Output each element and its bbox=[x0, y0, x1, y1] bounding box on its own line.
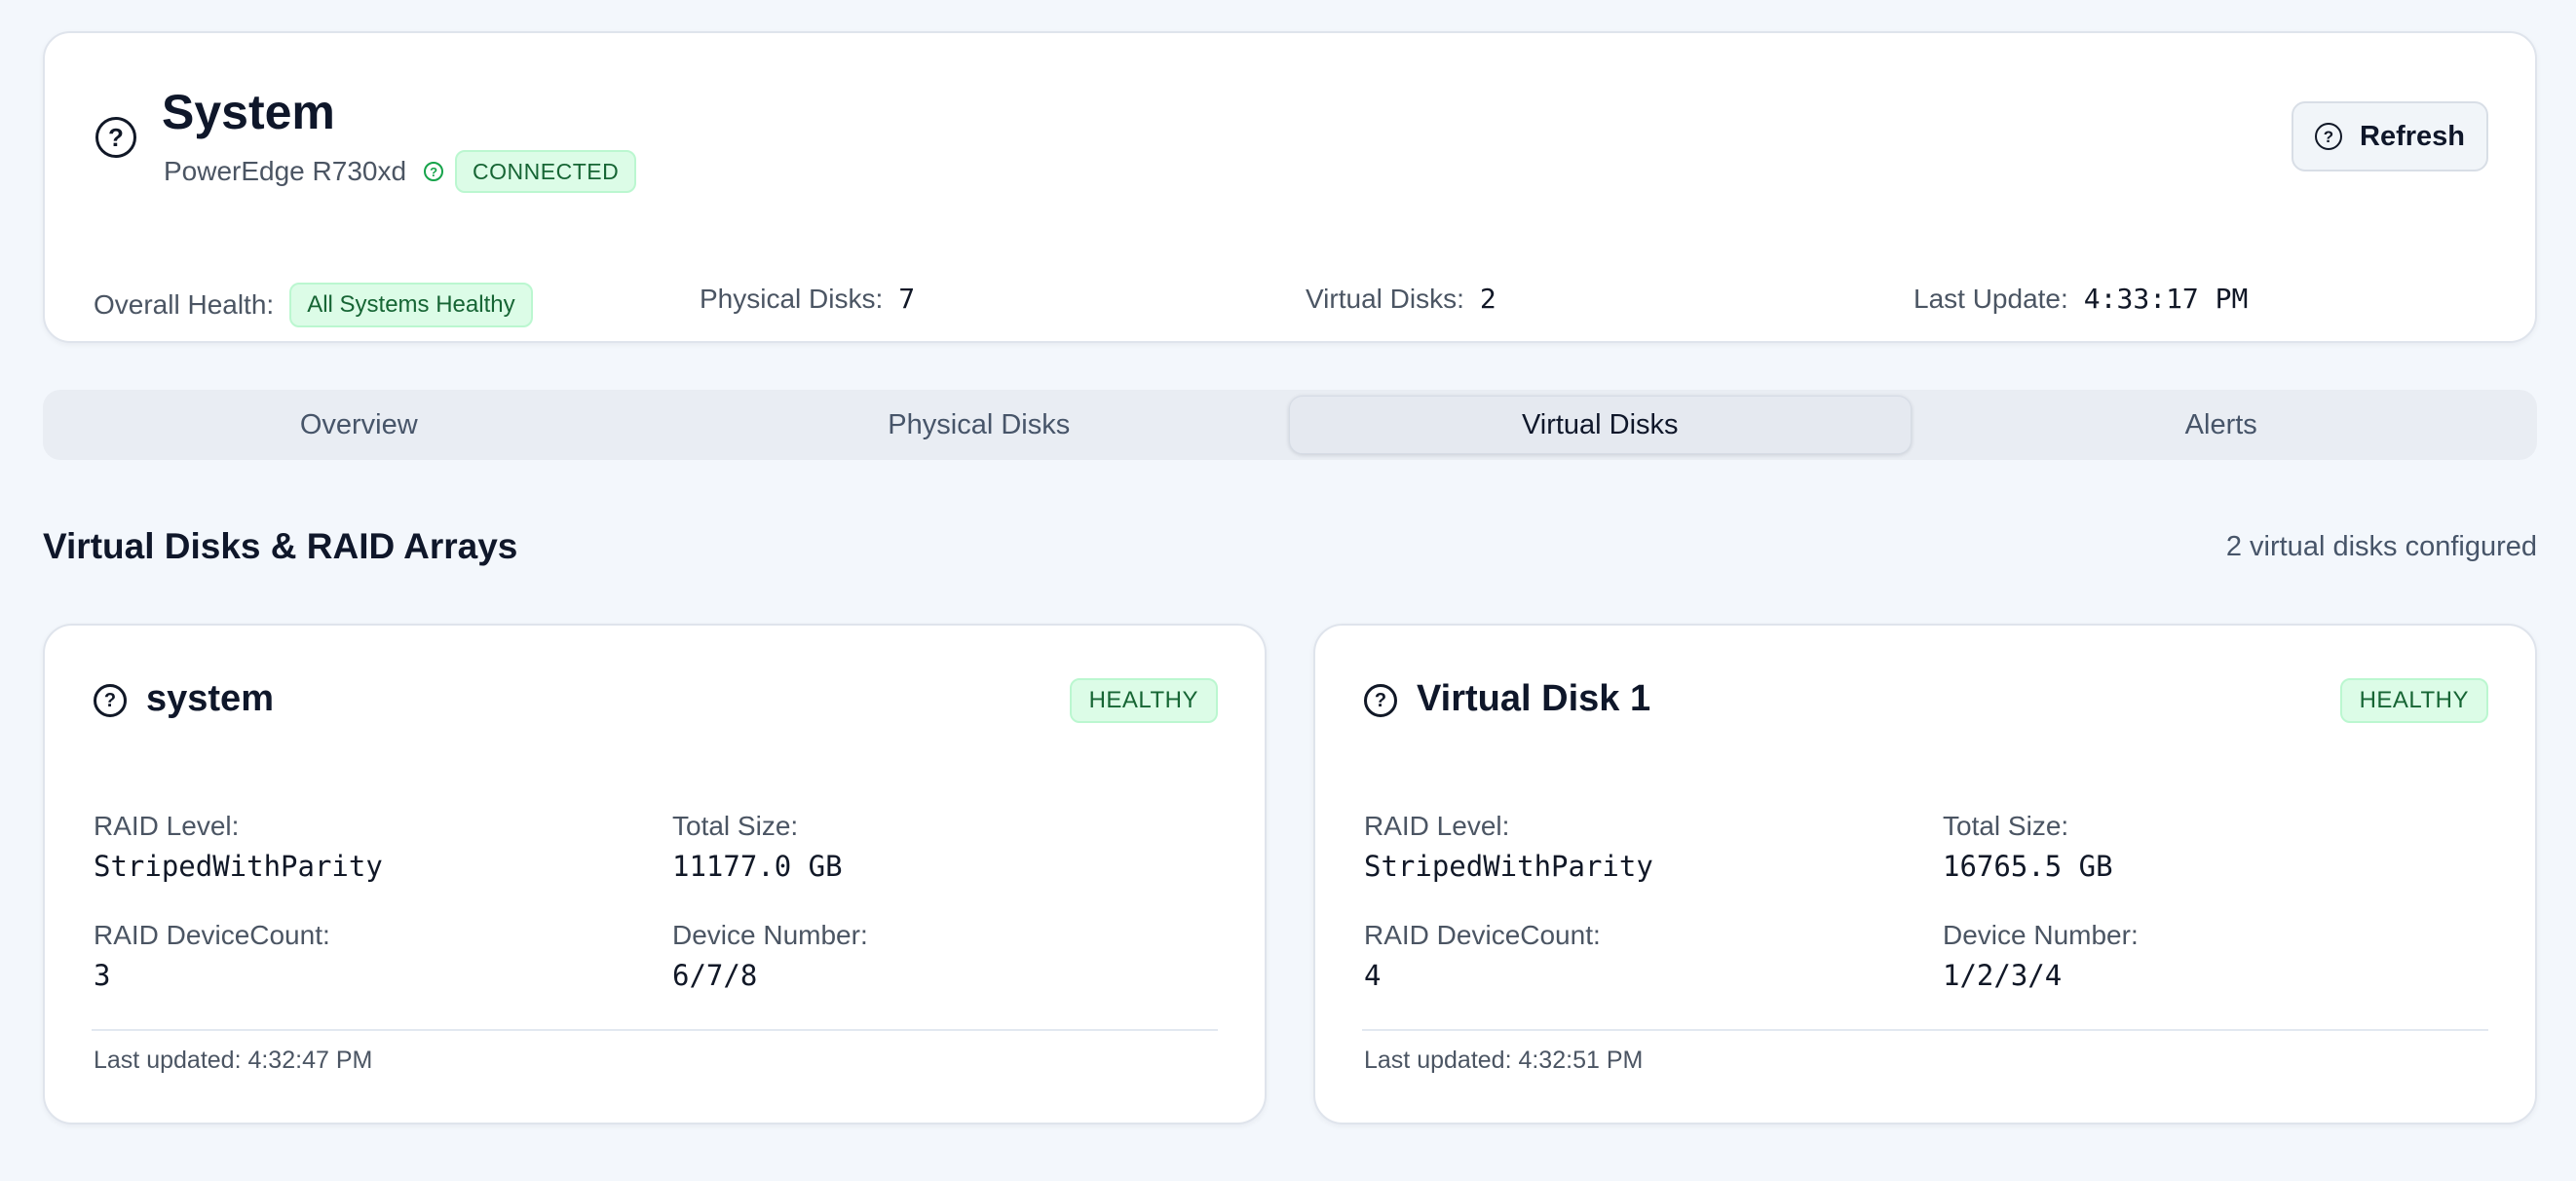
card-divider bbox=[92, 1029, 1218, 1031]
system-header-card: ? System PowerEdge R730xd ? CONNECTED ? … bbox=[43, 31, 2537, 343]
refresh-button-label: Refresh bbox=[2360, 120, 2465, 152]
virtual-disk-help-icon: ? bbox=[1364, 684, 1397, 717]
device-number-field: Device Number: 6/7/8 bbox=[672, 920, 868, 992]
physical-disks-label: Physical Disks: bbox=[700, 283, 884, 314]
refresh-button[interactable]: ? Refresh bbox=[2292, 101, 2488, 171]
tab-alerts[interactable]: Alerts bbox=[1912, 396, 2532, 454]
virtual-disk-card: ? system HEALTHY RAID Level: StripedWith… bbox=[43, 624, 1267, 1124]
raid-level-value: StripedWithParity bbox=[94, 850, 383, 883]
last-update-label: Last Update: bbox=[1913, 283, 2068, 314]
virtual-disks-label: Virtual Disks: bbox=[1306, 283, 1464, 314]
refresh-icon: ? bbox=[2315, 123, 2342, 150]
total-size-label: Total Size: bbox=[1943, 811, 2069, 841]
overall-health-label: Overall Health: bbox=[94, 289, 275, 320]
last-update-value: 4:33:17 PM bbox=[2083, 283, 2249, 315]
tab-virtual-disks[interactable]: Virtual Disks bbox=[1289, 396, 1912, 454]
system-model: PowerEdge R730xd bbox=[164, 156, 407, 186]
device-number-field: Device Number: 1/2/3/4 bbox=[1943, 920, 2139, 992]
card-divider bbox=[1362, 1029, 2488, 1031]
raid-device-count-label: RAID DeviceCount: bbox=[1364, 920, 1601, 950]
tab-physical-disks[interactable]: Physical Disks bbox=[669, 396, 1290, 454]
last-update-stat: Last Update: 4:33:17 PM bbox=[1913, 283, 2248, 315]
raid-device-count-value: 3 bbox=[94, 959, 111, 992]
raid-device-count-field: RAID DeviceCount: 3 bbox=[94, 920, 330, 992]
virtual-disk-help-icon: ? bbox=[94, 684, 127, 717]
total-size-value: 11177.0 GB bbox=[672, 850, 843, 883]
device-number-value: 6/7/8 bbox=[672, 959, 758, 992]
device-number-label: Device Number: bbox=[1943, 920, 2139, 950]
system-help-icon: ? bbox=[95, 117, 136, 158]
last-updated-text: Last updated: 4:32:47 PM bbox=[94, 1047, 373, 1074]
raid-device-count-label: RAID DeviceCount: bbox=[94, 920, 330, 950]
total-size-value: 16765.5 GB bbox=[1943, 850, 2113, 883]
virtual-disk-name: system bbox=[146, 678, 274, 719]
raid-device-count-value: 4 bbox=[1364, 959, 1382, 992]
view-tabs: Overview Physical Disks Virtual Disks Al… bbox=[43, 390, 2537, 460]
virtual-disks-stat: Virtual Disks: 2 bbox=[1306, 283, 1496, 315]
virtual-disk-name: Virtual Disk 1 bbox=[1417, 678, 1651, 719]
virtual-disk-status-badge: HEALTHY bbox=[2339, 678, 2488, 723]
system-subtitle-row: PowerEdge R730xd ? CONNECTED bbox=[164, 150, 637, 193]
connection-status-badge: CONNECTED bbox=[455, 150, 637, 193]
virtual-disk-card: ? Virtual Disk 1 HEALTHY RAID Level: Str… bbox=[1313, 624, 2537, 1124]
tab-overview[interactable]: Overview bbox=[49, 396, 669, 454]
page-title: System bbox=[162, 85, 335, 139]
raid-level-field: RAID Level: StripedWithParity bbox=[1364, 811, 1653, 883]
virtual-disk-count: 2 virtual disks configured bbox=[2225, 531, 2537, 562]
total-size-field: Total Size: 16765.5 GB bbox=[1943, 811, 2113, 883]
raid-level-field: RAID Level: StripedWithParity bbox=[94, 811, 383, 883]
total-size-field: Total Size: 11177.0 GB bbox=[672, 811, 843, 883]
raid-level-label: RAID Level: bbox=[1364, 811, 1510, 841]
virtual-disk-status-badge: HEALTHY bbox=[1069, 678, 1218, 723]
connection-status-icon: ? bbox=[424, 162, 444, 181]
last-updated-text: Last updated: 4:32:51 PM bbox=[1364, 1047, 1644, 1074]
physical-disks-value: 7 bbox=[898, 283, 916, 315]
overall-health-badge: All Systems Healthy bbox=[289, 283, 533, 327]
physical-disks-stat: Physical Disks: 7 bbox=[700, 283, 915, 315]
raid-level-label: RAID Level: bbox=[94, 811, 240, 841]
device-number-value: 1/2/3/4 bbox=[1943, 959, 2063, 992]
device-number-label: Device Number: bbox=[672, 920, 868, 950]
virtual-disks-value: 2 bbox=[1479, 283, 1496, 315]
total-size-label: Total Size: bbox=[672, 811, 799, 841]
raid-level-value: StripedWithParity bbox=[1364, 850, 1653, 883]
raid-device-count-field: RAID DeviceCount: 4 bbox=[1364, 920, 1601, 992]
overall-health-stat: Overall Health: All Systems Healthy bbox=[94, 283, 533, 327]
section-title: Virtual Disks & RAID Arrays bbox=[43, 526, 518, 566]
